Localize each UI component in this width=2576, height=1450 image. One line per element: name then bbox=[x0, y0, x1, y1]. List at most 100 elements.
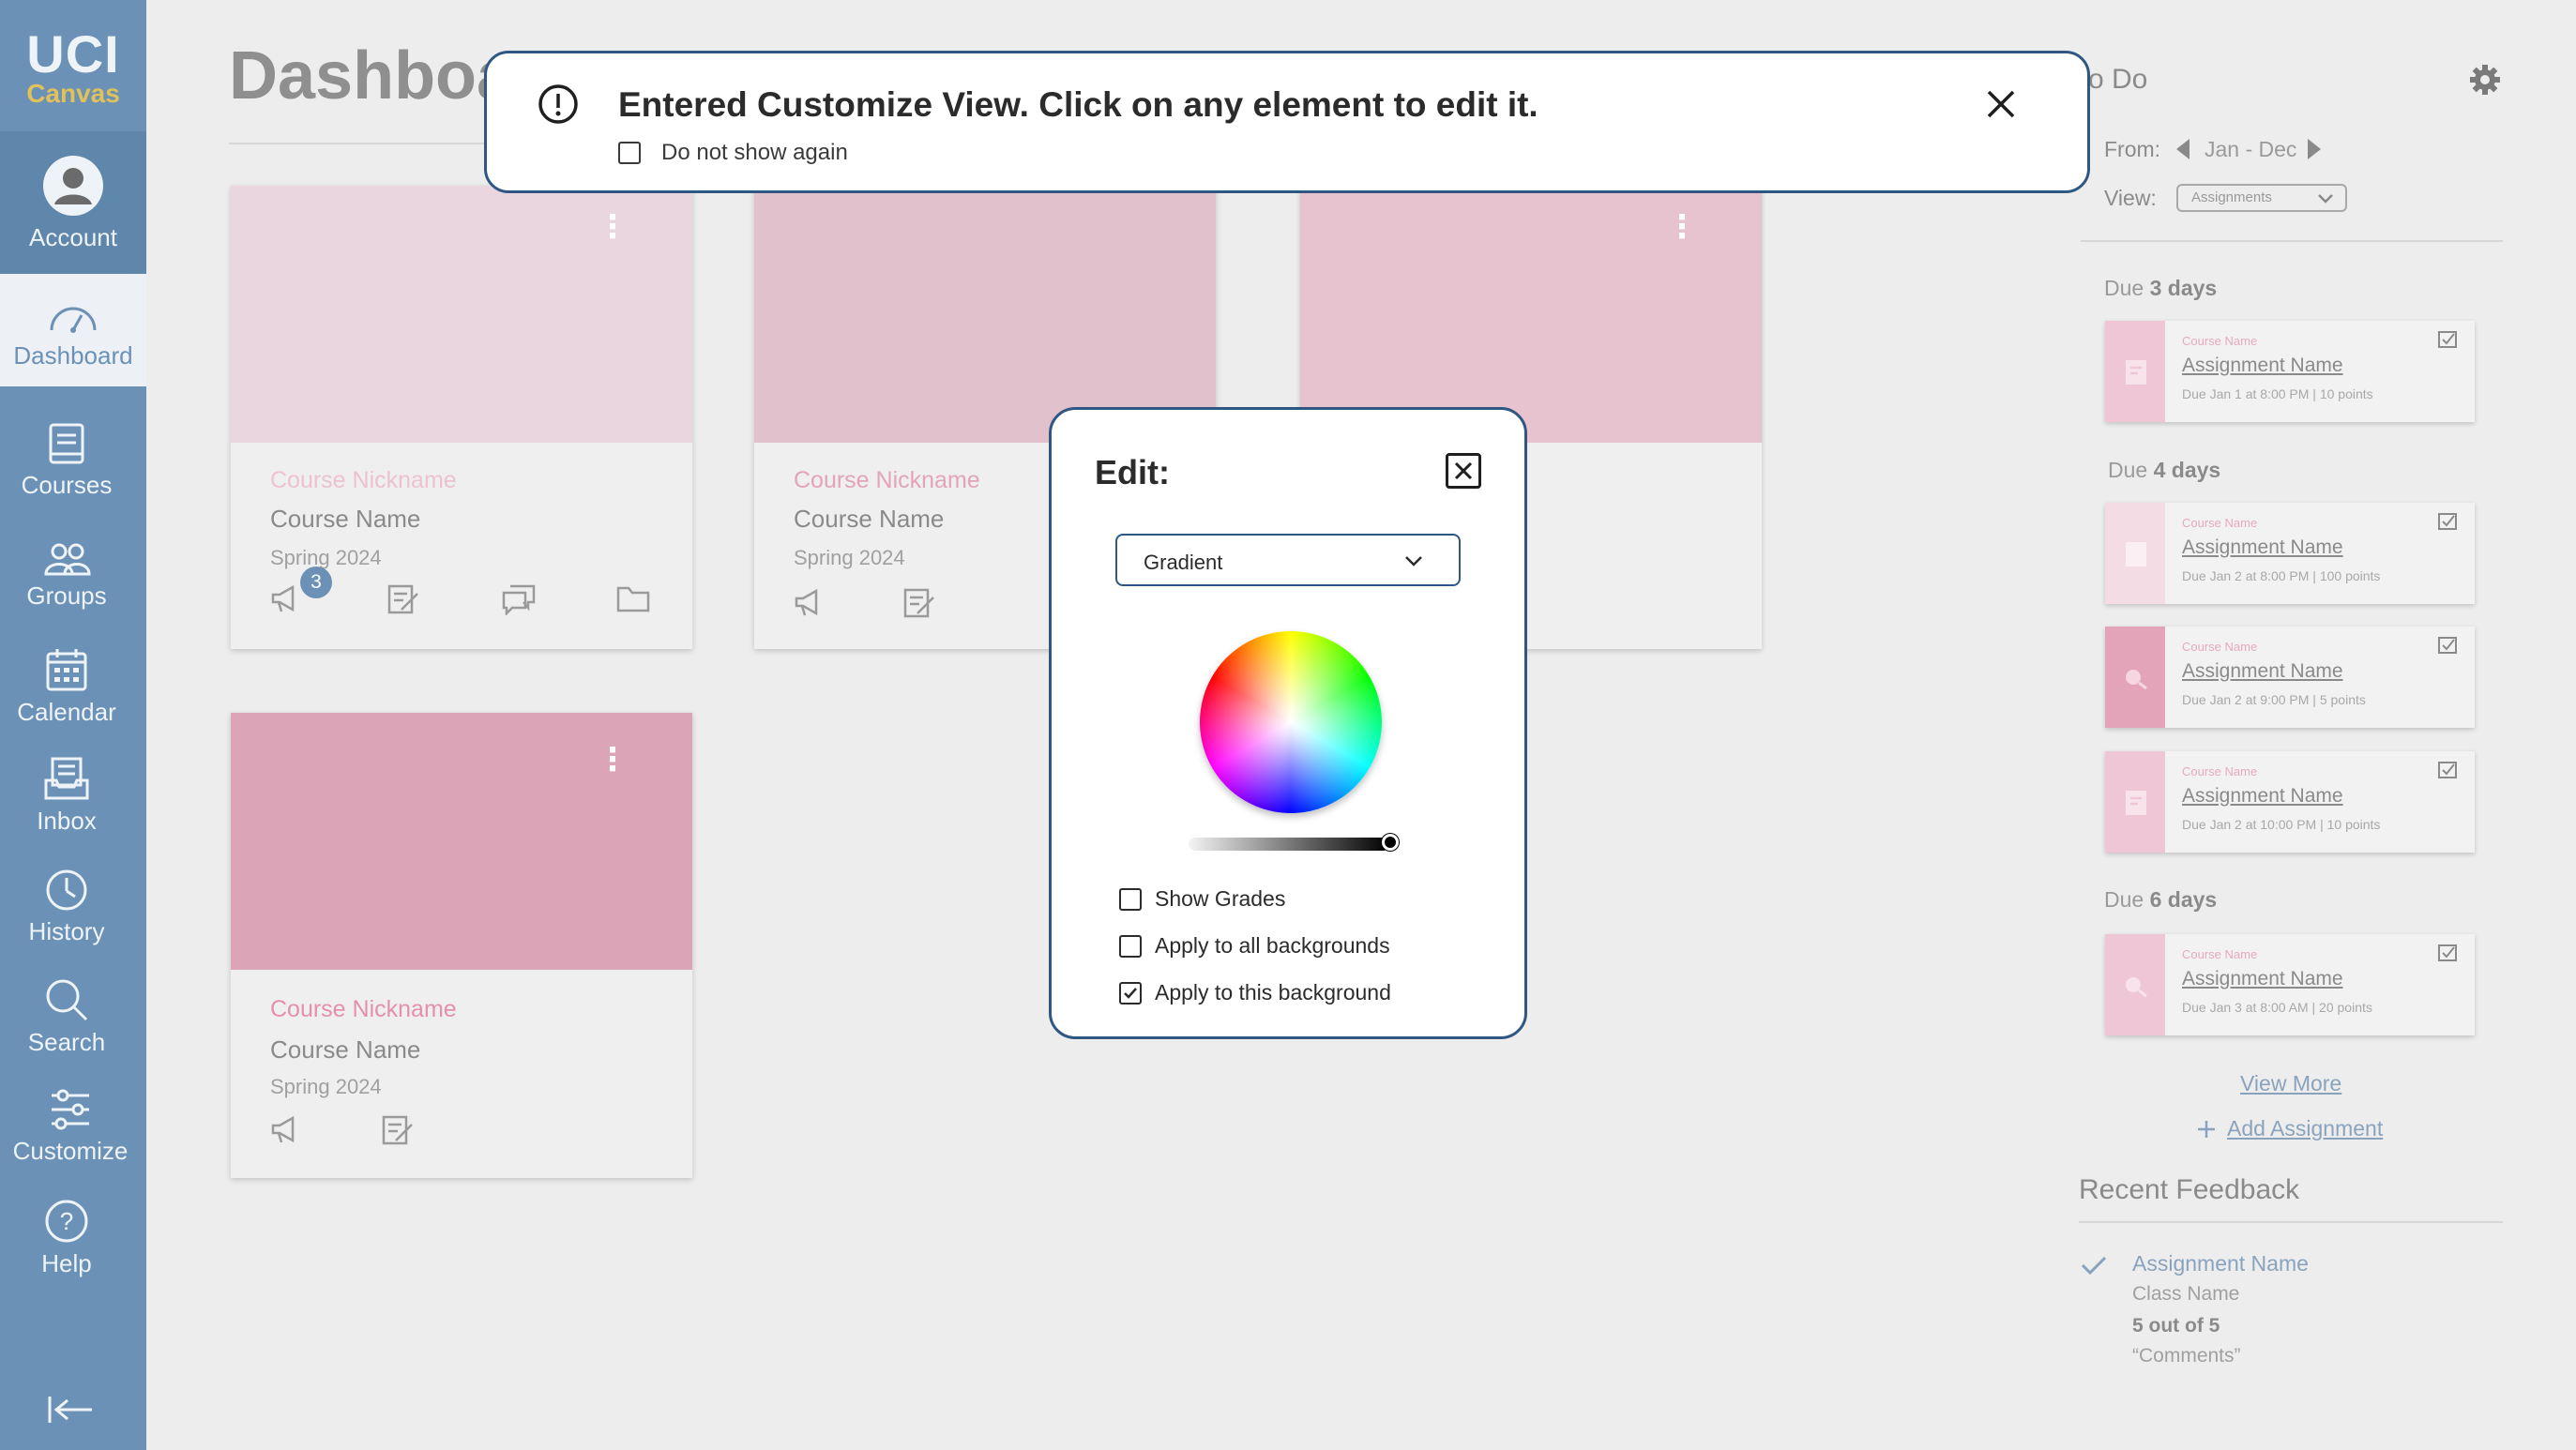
course-card-banner[interactable]: ⋮ bbox=[231, 186, 692, 443]
course-card-banner[interactable]: ⋮ bbox=[231, 713, 692, 970]
nav-help[interactable]: ? Help bbox=[0, 1199, 133, 1278]
course-card[interactable]: ⋮ Course Nickname Course Name Spring 202… bbox=[231, 713, 692, 1178]
card-options-icon[interactable]: ⋮ bbox=[597, 744, 629, 776]
mark-complete-button[interactable] bbox=[2437, 759, 2458, 784]
range-prev-button[interactable] bbox=[2176, 139, 2190, 164]
todo-assignment-link[interactable]: Assignment Name bbox=[2182, 536, 2343, 559]
todo-due-info: Due Jan 1 at 8:00 PM | 10 points bbox=[2182, 386, 2373, 401]
files-folder-icon[interactable] bbox=[615, 583, 651, 618]
todo-item[interactable]: Course Name Assignment Name Due Jan 2 at… bbox=[2105, 627, 2475, 728]
todo-item[interactable]: Course Name Assignment Name Due Jan 2 at… bbox=[2105, 751, 2475, 853]
do-not-show-checkbox[interactable] bbox=[618, 142, 641, 164]
nav-account[interactable]: Account bbox=[0, 154, 146, 252]
search-icon bbox=[46, 979, 88, 1021]
logo-uci-text: UCI bbox=[26, 24, 120, 83]
todo-due-info: Due Jan 2 at 10:00 PM | 10 points bbox=[2182, 817, 2381, 832]
notice-close-button[interactable] bbox=[1986, 89, 2016, 124]
nav-groups[interactable]: Groups bbox=[0, 542, 133, 611]
todo-due-info: Due Jan 2 at 8:00 PM | 100 points bbox=[2182, 568, 2381, 583]
course-card-banner[interactable] bbox=[754, 186, 1216, 443]
calendar-check-icon bbox=[2438, 513, 2457, 530]
show-grades-checkbox[interactable] bbox=[1119, 888, 1142, 911]
assignments-icon[interactable] bbox=[386, 583, 420, 620]
todo-item[interactable]: Course Name Assignment Name Due Jan 1 at… bbox=[2105, 321, 2475, 422]
nav-history[interactable]: History bbox=[0, 868, 133, 946]
quiz-rocket-icon bbox=[2126, 670, 2147, 690]
nav-calendar-label: Calendar bbox=[17, 698, 116, 726]
nav-search[interactable]: Search bbox=[0, 977, 133, 1057]
color-mode-select[interactable]: Gradient bbox=[1115, 534, 1461, 586]
account-icon bbox=[43, 156, 103, 216]
sliders-icon bbox=[52, 1089, 89, 1130]
plus-icon bbox=[2198, 1121, 2215, 1138]
nav-calendar[interactable]: Calendar bbox=[0, 647, 133, 727]
todo-assignment-link[interactable]: Assignment Name bbox=[2182, 660, 2343, 683]
nav-inbox[interactable]: Inbox bbox=[0, 756, 133, 836]
alert-icon bbox=[538, 84, 578, 124]
card-options-icon[interactable]: ⋮ bbox=[597, 211, 629, 243]
uci-canvas-logo[interactable]: UCI Canvas bbox=[0, 28, 146, 107]
history-clock-icon bbox=[46, 869, 87, 911]
nav-customize-label: Customize bbox=[12, 1137, 129, 1165]
range-next-button[interactable] bbox=[2308, 139, 2321, 164]
edit-dialog-close-button[interactable] bbox=[1446, 453, 1481, 489]
close-icon bbox=[1454, 461, 1473, 480]
todo-assignment-link[interactable]: Assignment Name bbox=[2182, 355, 2343, 377]
todo-settings-button[interactable] bbox=[2469, 64, 2501, 100]
do-not-show-label[interactable]: Do not show again bbox=[661, 140, 848, 166]
todo-assignment-link[interactable]: Assignment Name bbox=[2182, 785, 2343, 808]
feedback-assignment-link[interactable]: Assignment Name bbox=[2132, 1251, 2309, 1276]
assignment-icon bbox=[2126, 542, 2146, 566]
edit-background-dialog: Edit: Gradient Show Grades Apply to all … bbox=[1049, 407, 1527, 1039]
course-card[interactable]: ⋮ Course Nickname Course Name Spring 202… bbox=[231, 186, 692, 649]
course-name: Course Name bbox=[270, 1035, 421, 1064]
course-color-swatch bbox=[2105, 751, 2165, 853]
svg-text:?: ? bbox=[60, 1207, 73, 1235]
apply-all-backgrounds-checkbox[interactable] bbox=[1119, 935, 1142, 958]
course-card-banner[interactable]: ⋮ bbox=[1300, 186, 1762, 443]
nav-history-label: History bbox=[28, 917, 105, 945]
course-term: Spring 2024 bbox=[794, 546, 905, 569]
discussions-icon[interactable] bbox=[501, 583, 537, 620]
announcements-icon[interactable] bbox=[270, 583, 304, 618]
todo-title: o Do bbox=[2088, 64, 2148, 95]
brightness-slider-handle[interactable] bbox=[1382, 834, 1399, 851]
mark-complete-button[interactable] bbox=[2437, 634, 2458, 659]
date-range: Jan - Dec bbox=[2205, 137, 2297, 161]
mark-complete-button[interactable] bbox=[2437, 942, 2458, 967]
calendar-check-icon bbox=[2438, 637, 2457, 654]
announcements-icon[interactable] bbox=[270, 1114, 304, 1149]
mark-complete-button[interactable] bbox=[2437, 510, 2458, 536]
calendar-check-icon bbox=[2438, 331, 2457, 348]
nav-customize[interactable]: Customize bbox=[0, 1088, 141, 1166]
view-select[interactable]: Assignments bbox=[2176, 184, 2347, 212]
checkmark-icon bbox=[1124, 988, 1137, 999]
todo-item[interactable]: Course Name Assignment Name Due Jan 2 at… bbox=[2105, 503, 2475, 604]
course-nickname[interactable]: Course Nickname bbox=[270, 467, 457, 494]
announcements-icon[interactable] bbox=[794, 587, 827, 622]
due-group-label: Due 3 days bbox=[2104, 276, 2218, 300]
apply-this-background-label[interactable]: Apply to this background bbox=[1155, 980, 1391, 1005]
apply-all-backgrounds-label[interactable]: Apply to all backgrounds bbox=[1155, 933, 1390, 959]
nav-dashboard-label: Dashboard bbox=[13, 341, 133, 370]
todo-item[interactable]: Course Name Assignment Name Due Jan 3 at… bbox=[2105, 934, 2475, 1035]
view-more-link[interactable]: View More bbox=[2240, 1071, 2341, 1096]
course-nickname[interactable]: Course Nickname bbox=[270, 996, 457, 1023]
collapse-sidebar-button[interactable] bbox=[47, 1394, 94, 1430]
view-label: View: bbox=[2104, 186, 2157, 210]
brightness-slider[interactable] bbox=[1189, 838, 1389, 851]
color-wheel[interactable] bbox=[1200, 631, 1382, 813]
apply-this-background-checkbox[interactable] bbox=[1119, 982, 1142, 1004]
nav-dashboard[interactable]: Dashboard bbox=[0, 274, 146, 386]
assignments-icon[interactable] bbox=[381, 1114, 415, 1151]
todo-assignment-link[interactable]: Assignment Name bbox=[2182, 968, 2343, 990]
mark-complete-button[interactable] bbox=[2437, 328, 2458, 354]
assignments-icon[interactable] bbox=[902, 587, 936, 624]
card-options-icon[interactable]: ⋮ bbox=[1666, 211, 1698, 243]
feedback-divider bbox=[2079, 1221, 2503, 1223]
todo-due-info: Due Jan 2 at 9:00 PM | 5 points bbox=[2182, 692, 2366, 707]
nav-courses[interactable]: Courses bbox=[0, 422, 133, 500]
course-nickname[interactable]: Course Nickname bbox=[794, 467, 980, 494]
show-grades-label[interactable]: Show Grades bbox=[1155, 886, 1285, 912]
feedback-score: 5 out of 5 bbox=[2132, 1315, 2220, 1337]
